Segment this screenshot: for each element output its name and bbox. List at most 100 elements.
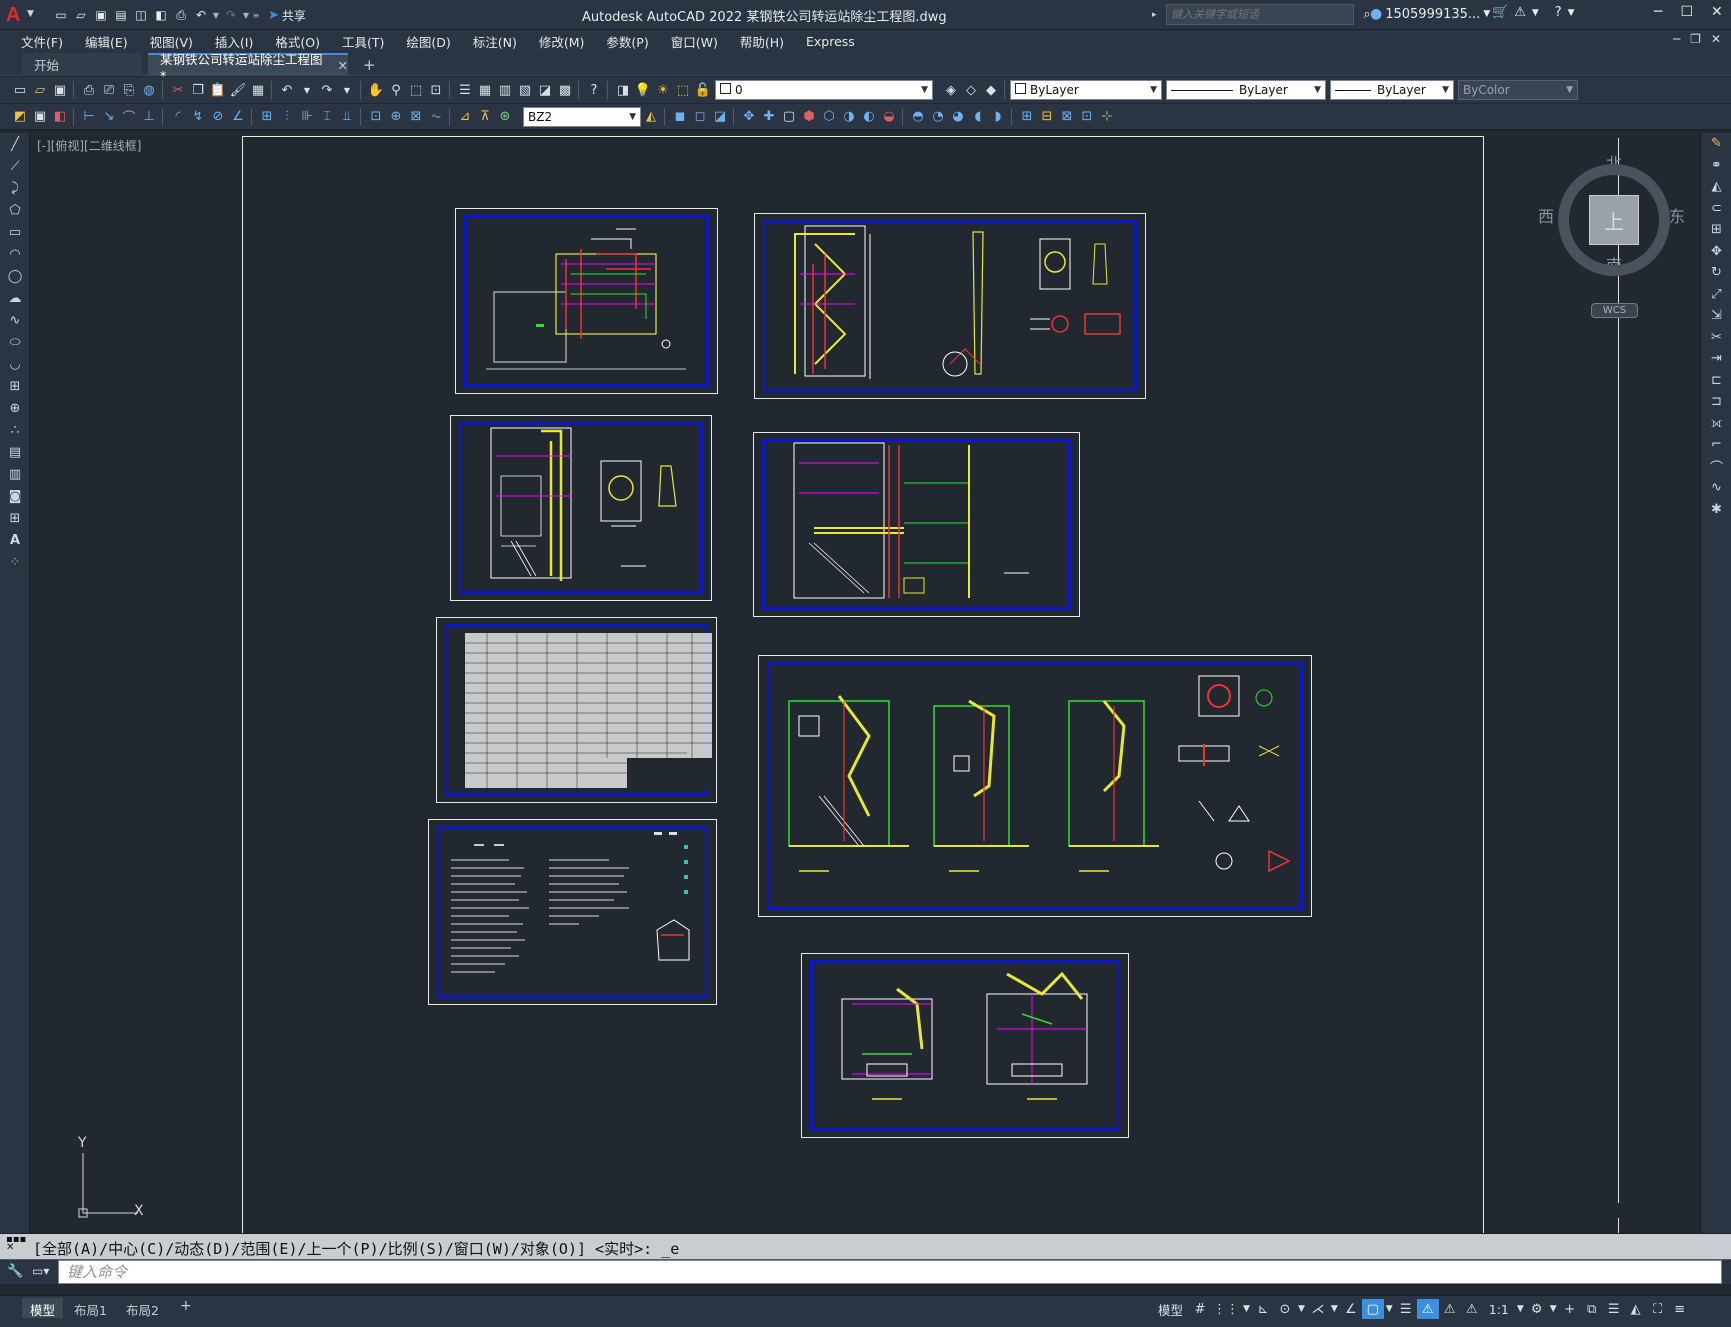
blend-curves-icon[interactable]: ∿	[1701, 477, 1731, 499]
visual-style-icon[interactable]: ◖	[968, 107, 988, 127]
tool-palettes-icon[interactable]: ▥	[495, 80, 515, 100]
polygon-icon[interactable]: ⬠	[0, 199, 30, 221]
tab-close-icon[interactable]: ✕	[338, 58, 348, 73]
isometric-icon[interactable]: ⋌	[1307, 1299, 1329, 1319]
isolate-objects-icon[interactable]: ◓	[908, 107, 928, 127]
layout-tab-2[interactable]: 布局2	[118, 1298, 167, 1318]
help-chevron-icon[interactable]: ▼	[1568, 8, 1575, 18]
3d-print-icon[interactable]: ◍	[139, 80, 159, 100]
save-as-icon[interactable]: ▤	[112, 6, 130, 24]
circle-icon[interactable]: ◯	[0, 265, 30, 287]
ordinate-dimension-icon[interactable]: ⊥	[139, 107, 159, 127]
arc-length-icon[interactable]: ⌒	[119, 107, 139, 127]
isometric-chevron-icon[interactable]: ▼	[1329, 1299, 1340, 1319]
draworder-above-icon[interactable]: ◪	[710, 107, 730, 127]
menu-parametric[interactable]: 参数(P)	[595, 32, 659, 51]
angular-dimension-icon[interactable]: ∠	[228, 107, 248, 127]
qdim-icon[interactable]: ◩	[10, 107, 30, 127]
command-prompt-icon[interactable]: ▭▾	[32, 1264, 49, 1278]
zoom-realtime-icon[interactable]: ⚲	[386, 80, 406, 100]
trim-icon[interactable]: ✂	[1701, 327, 1731, 349]
scale-chevron-icon[interactable]: ▼	[1515, 1299, 1526, 1319]
polar-chevron-icon[interactable]: ▼	[1296, 1299, 1307, 1319]
snap-icon[interactable]: ⋮⋮	[1211, 1299, 1241, 1319]
stretch-icon[interactable]: ⇲	[1701, 305, 1731, 327]
rectangle-icon[interactable]: ▭	[0, 221, 30, 243]
object-snap-tracking-icon[interactable]: ∠	[1340, 1299, 1362, 1319]
radius-dimension-icon[interactable]: ◜	[168, 107, 188, 127]
insert-block-icon[interactable]: ⊞	[1017, 107, 1037, 127]
layer-on-icon[interactable]: 💡	[633, 80, 653, 100]
app-menu-chevron-icon[interactable]: ▼	[27, 9, 34, 19]
object-snap-chevron-icon[interactable]: ▼	[1384, 1299, 1395, 1319]
group-icon[interactable]: ⬢	[799, 107, 819, 127]
drawing-sheet-2[interactable]	[754, 213, 1146, 399]
drawing-canvas[interactable]: [-][俯视][二维线框] 北 南 西 东 上 WCS Y X	[31, 133, 1700, 1233]
calculator-icon[interactable]: ▩	[555, 80, 575, 100]
auto-scale-icon[interactable]: ⚠	[1439, 1299, 1461, 1319]
draworder-back-icon[interactable]: ◻	[690, 107, 710, 127]
drawing-sheet-3[interactable]	[450, 415, 712, 601]
publish-icon[interactable]: ⎘	[119, 80, 139, 100]
object-snap-icon[interactable]: ▢	[1361, 1299, 1384, 1319]
drawing-sheet-6[interactable]	[758, 655, 1312, 917]
xref-icon[interactable]: ⊠	[1057, 107, 1077, 127]
scale-icon[interactable]: ⤢	[1701, 284, 1731, 306]
block-editor-icon[interactable]: ▦	[248, 80, 268, 100]
layer-previous-icon[interactable]: ◇	[961, 80, 981, 100]
minimize-icon[interactable]: ─	[1654, 4, 1662, 20]
hide-objects-icon[interactable]: ◔	[928, 107, 948, 127]
layer-state-icon[interactable]: ▣	[30, 107, 50, 127]
undo-list-icon[interactable]: ▼	[297, 80, 317, 100]
line-icon[interactable]: ╱	[0, 133, 30, 155]
viewcube-top-face[interactable]: 上	[1589, 195, 1639, 245]
save-to-web-icon[interactable]: ◧	[152, 6, 170, 24]
workspace-gear-icon[interactable]: ⚙	[1526, 1299, 1548, 1319]
ellipse-icon[interactable]: ⬭	[0, 331, 30, 353]
command-grip-handle[interactable]: ▪▪▪ ✕	[6, 1235, 26, 1258]
fillet-icon[interactable]: ⌒	[1701, 456, 1731, 478]
layer-isolate-icon[interactable]: ◧	[50, 107, 70, 127]
cart-icon[interactable]: 🛒	[1492, 5, 1508, 20]
rotate-icon[interactable]: ↻	[1701, 262, 1731, 284]
attach-icon[interactable]: ⊟	[1037, 107, 1057, 127]
tab-document[interactable]: 某钢铁公司转运站除尘工程图* ✕	[148, 52, 348, 83]
match-properties-icon[interactable]: 🖌	[228, 80, 248, 100]
linear-dimension-icon[interactable]: ⊢	[79, 107, 99, 127]
layout-tab-model[interactable]: 模型	[22, 1298, 64, 1318]
group-bounding-icon[interactable]: ◒	[879, 107, 899, 127]
viewcube-west[interactable]: 西	[1538, 203, 1554, 227]
layer-lock-icon[interactable]: 🔓	[693, 80, 713, 100]
chevron-right-icon[interactable]: ▸	[1152, 10, 1162, 20]
quick-properties-icon[interactable]: ☰	[1603, 1299, 1625, 1319]
dimstyle-dropdown[interactable]: BZ2 ▼	[523, 106, 641, 127]
render-icon[interactable]: ◗	[988, 107, 1008, 127]
dimension-style-icon[interactable]: ◭	[641, 107, 661, 127]
zoom-previous-icon[interactable]: ⊡	[426, 80, 446, 100]
dimension-text-edit-icon[interactable]: ⊼	[475, 107, 495, 127]
model-space-toggle[interactable]: 模型	[1152, 1299, 1189, 1319]
save-icon[interactable]: ▣	[50, 80, 70, 100]
annotation-scale-value[interactable]: 1:1	[1483, 1299, 1515, 1319]
point-icon[interactable]: ∴	[0, 419, 30, 441]
group-select-icon[interactable]: ◐	[859, 107, 879, 127]
ungroup-icon[interactable]: ⬡	[819, 107, 839, 127]
select-similar-icon[interactable]: ▢	[779, 107, 799, 127]
search-input[interactable]	[1166, 4, 1354, 25]
draworder-front-icon[interactable]: ◼	[670, 107, 690, 127]
jogged-linear-icon[interactable]: ⏦	[426, 107, 446, 127]
menu-tools[interactable]: 工具(T)	[331, 32, 395, 51]
redo-icon[interactable]: ↷	[317, 80, 337, 100]
join-icon[interactable]: ⟗	[1701, 413, 1731, 435]
doc-close-icon[interactable]: ✕	[1711, 32, 1721, 46]
zoom-window-icon[interactable]: ⬚	[406, 80, 426, 100]
copy-icon[interactable]: ❐	[188, 80, 208, 100]
plot-preview-icon[interactable]: ⎚	[99, 80, 119, 100]
undo-chevron-icon[interactable]: ▼	[212, 11, 220, 20]
properties-icon[interactable]: ☰	[455, 80, 475, 100]
quick-dimension-icon[interactable]: ⊞	[257, 107, 277, 127]
tolerance-icon[interactable]: ⊡	[366, 107, 386, 127]
move-icon[interactable]: ✥	[1701, 241, 1731, 263]
units-icon[interactable]: ⧉	[1581, 1299, 1603, 1319]
gradient-icon[interactable]: ▥	[0, 463, 30, 485]
